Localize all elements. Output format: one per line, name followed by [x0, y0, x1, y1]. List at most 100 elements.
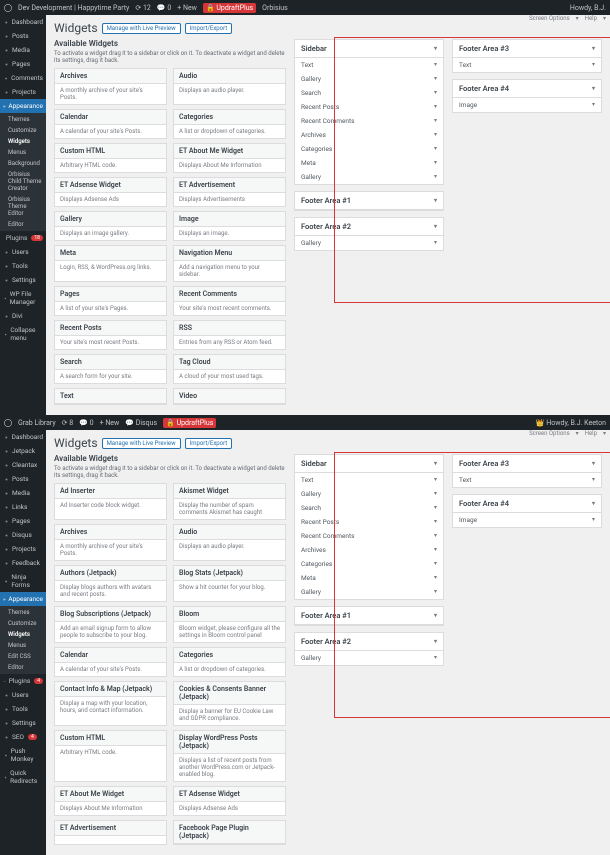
- available-widget[interactable]: ET About Me WidgetDisplays About Me Info…: [173, 143, 286, 173]
- available-widget[interactable]: RSSEntries from any RSS or Atom feed.: [173, 320, 286, 350]
- menu-item[interactable]: Dashboard: [0, 15, 46, 29]
- widget-item[interactable]: Text▾: [453, 58, 601, 72]
- updraftplus-link[interactable]: 🔒 UpdraftPlus: [163, 418, 216, 428]
- widget-item[interactable]: Recent Comments▾: [295, 114, 443, 128]
- available-widget[interactable]: Text: [54, 388, 167, 405]
- menu-item[interactable]: Media: [0, 486, 46, 500]
- widget-area-header[interactable]: Footer Area #4▾: [453, 495, 601, 513]
- howdy-account[interactable]: Howdy, B.J.: [570, 4, 606, 12]
- available-widget[interactable]: Contact Info & Map (Jetpack)Display a ma…: [54, 681, 167, 726]
- widget-item[interactable]: Text▾: [295, 473, 443, 487]
- wp-logo-icon[interactable]: [4, 418, 12, 426]
- widget-item[interactable]: Text▾: [453, 473, 601, 487]
- widget-area-header[interactable]: Footer Area #2▾: [295, 633, 443, 651]
- widget-item[interactable]: Meta▾: [295, 571, 443, 585]
- menu-item[interactable]: Quick Redirects: [0, 766, 46, 788]
- import-export-button[interactable]: Import/Export: [185, 438, 233, 449]
- available-widget[interactable]: Cookies & Consents Banner (Jetpack)Displ…: [173, 681, 286, 726]
- submenu-item[interactable]: Widgets: [0, 629, 46, 640]
- wp-logo-icon[interactable]: [4, 3, 12, 11]
- available-widget[interactable]: ET About Me WidgetDisplays About Me Info…: [54, 786, 167, 816]
- site-home-link[interactable]: Dev Development | Happytime Party: [18, 4, 129, 12]
- available-widget[interactable]: Facebook Page Plugin (Jetpack): [173, 820, 286, 845]
- widget-area-header[interactable]: Footer Area #1▾: [295, 192, 443, 210]
- submenu-item[interactable]: Menus: [0, 640, 46, 651]
- available-widget[interactable]: Custom HTMLArbitrary HTML code.: [54, 730, 167, 782]
- menu-appearance[interactable]: Appearance: [0, 99, 46, 113]
- import-export-button[interactable]: Import/Export: [185, 23, 233, 34]
- widget-area-header[interactable]: Footer Area #2▾: [295, 218, 443, 236]
- available-widget[interactable]: BloomBloom widget, please configure all …: [173, 606, 286, 643]
- widget-item[interactable]: Gallery▾: [295, 585, 443, 599]
- menu-item[interactable]: Dashboard: [0, 430, 46, 444]
- new-content-link[interactable]: + New: [100, 419, 120, 427]
- available-widget[interactable]: ET Advertisement: [54, 820, 167, 845]
- menu-item[interactable]: Comments: [0, 71, 46, 85]
- available-widget[interactable]: ET Adsense WidgetDisplays Adsense Ads: [173, 786, 286, 816]
- available-widget[interactable]: ET Adsense WidgetDisplays Adsense Ads: [54, 177, 167, 207]
- updates-icon[interactable]: ⟳ 12: [135, 4, 150, 12]
- manage-live-preview-button[interactable]: Manage with Live Preview: [102, 438, 181, 449]
- menu-item[interactable]: Divi: [0, 309, 46, 323]
- widget-area-header[interactable]: Footer Area #1▾: [295, 607, 443, 625]
- available-widget[interactable]: MetaLogin, RSS, & WordPress.org links.: [54, 245, 167, 282]
- submenu-item[interactable]: Edit CSS: [0, 651, 46, 662]
- available-widget[interactable]: Tag CloudA cloud of your most used tags.: [173, 354, 286, 384]
- available-widget[interactable]: CalendarA calendar of your site's Posts.: [54, 647, 167, 677]
- menu-item[interactable]: Media: [0, 43, 46, 57]
- manage-live-preview-button[interactable]: Manage with Live Preview: [102, 23, 181, 34]
- new-content-link[interactable]: + New: [177, 4, 197, 12]
- available-widget[interactable]: ArchivesA monthly archive of your site's…: [54, 68, 167, 105]
- widget-item[interactable]: Archives▾: [295, 543, 443, 557]
- available-widget[interactable]: ArchivesA monthly archive of your site's…: [54, 524, 167, 561]
- menu-item[interactable]: Disqus: [0, 528, 46, 542]
- menu-item[interactable]: Posts: [0, 29, 46, 43]
- submenu-item[interactable]: Customize: [0, 125, 46, 136]
- menu-item[interactable]: Plugins18: [0, 231, 46, 245]
- submenu-item[interactable]: Themes: [0, 114, 46, 125]
- comments-icon[interactable]: 💬 0: [79, 419, 93, 427]
- submenu-item[interactable]: Orbisius Theme Editor: [0, 194, 46, 219]
- menu-item[interactable]: Jetpack: [0, 444, 46, 458]
- widget-item[interactable]: Recent Posts▾: [295, 515, 443, 529]
- menu-item[interactable]: Users: [0, 245, 46, 259]
- menu-item[interactable]: Cleantax: [0, 458, 46, 472]
- widget-item[interactable]: Gallery▾: [295, 170, 443, 184]
- widget-item[interactable]: Gallery▾: [295, 236, 443, 250]
- available-widget[interactable]: Video: [173, 388, 286, 405]
- available-widget[interactable]: Ad InserterAd Inserter code block widget…: [54, 483, 167, 520]
- menu-item[interactable]: Links: [0, 500, 46, 514]
- widget-item[interactable]: Search▾: [295, 501, 443, 515]
- available-widget[interactable]: CategoriesA list or dropdown of categori…: [173, 647, 286, 677]
- available-widget[interactable]: Authors (Jetpack)Display blogs authors w…: [54, 565, 167, 602]
- howdy-account[interactable]: 👑 Howdy, B.J. Keeton: [536, 419, 606, 427]
- submenu-item[interactable]: Editor: [0, 219, 46, 230]
- available-widget[interactable]: Recent PostsYour site's most recent Post…: [54, 320, 167, 350]
- widget-area-header[interactable]: Footer Area #3▾: [453, 40, 601, 58]
- menu-item[interactable]: Tools: [0, 702, 46, 716]
- widget-item[interactable]: Image▾: [453, 98, 601, 112]
- available-widget[interactable]: Navigation MenuAdd a navigation menu to …: [173, 245, 286, 282]
- widget-area-header[interactable]: Footer Area #4▾: [453, 80, 601, 98]
- submenu-item[interactable]: Background: [0, 158, 46, 169]
- submenu-item[interactable]: Editor: [0, 662, 46, 673]
- available-widget[interactable]: Akismet WidgetDisplay the number of spam…: [173, 483, 286, 520]
- widget-item[interactable]: Archives▾: [295, 128, 443, 142]
- menu-item[interactable]: Projects: [0, 85, 46, 99]
- submenu-item[interactable]: Orbisius Child Theme Creator: [0, 169, 46, 194]
- menu-item[interactable]: SEO4: [0, 730, 46, 744]
- available-widget[interactable]: CategoriesA list or dropdown of categori…: [173, 109, 286, 139]
- updates-icon[interactable]: ⟳ 8: [62, 419, 74, 427]
- help-tab[interactable]: Help: [585, 430, 597, 437]
- available-widget[interactable]: Display WordPress Posts (Jetpack)Display…: [173, 730, 286, 782]
- menu-item[interactable]: Pages: [0, 57, 46, 71]
- widget-area-header[interactable]: Sidebar▾: [295, 455, 443, 473]
- available-widget[interactable]: SearchA search form for your site.: [54, 354, 167, 384]
- widget-area-header[interactable]: Footer Area #3▾: [453, 455, 601, 473]
- submenu-item[interactable]: Menus: [0, 147, 46, 158]
- menu-item[interactable]: Collapse menu: [0, 323, 46, 345]
- widget-area-header[interactable]: Sidebar▾: [295, 40, 443, 58]
- available-widget[interactable]: PagesA list of your site's Pages.: [54, 286, 167, 316]
- menu-item[interactable]: Projects: [0, 542, 46, 556]
- menu-item[interactable]: Ninja Forms: [0, 570, 46, 592]
